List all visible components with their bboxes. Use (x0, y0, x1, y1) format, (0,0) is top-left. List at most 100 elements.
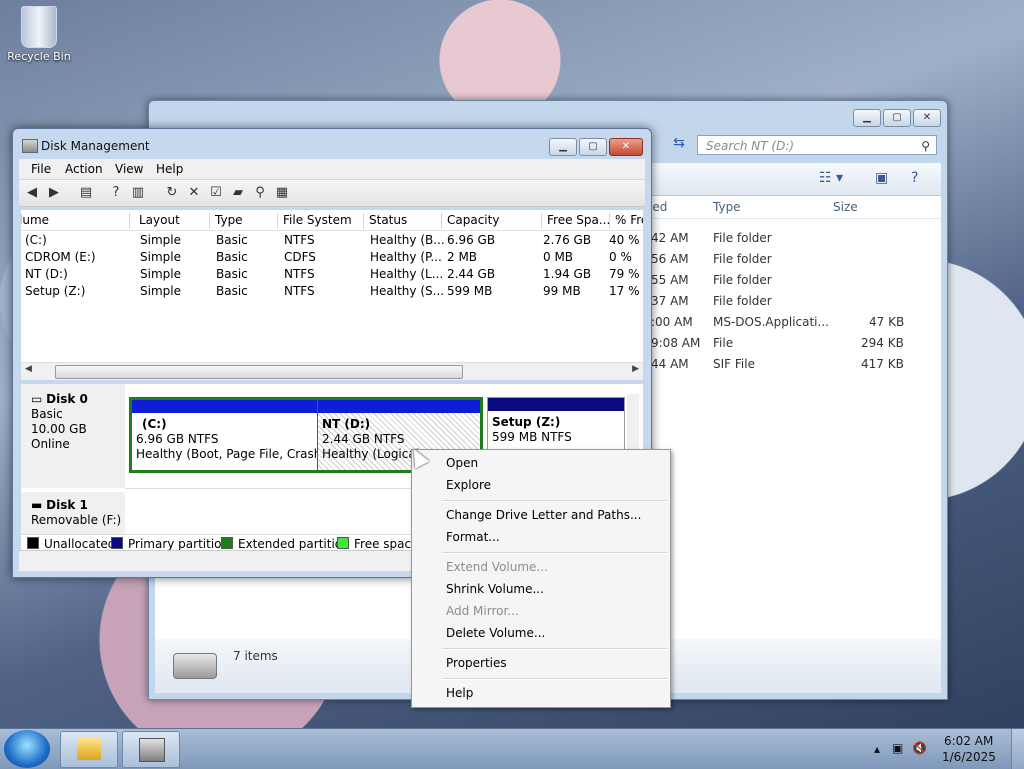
col-capacity[interactable]: Capacity (447, 213, 542, 229)
volume-name: NT (D:) (25, 267, 68, 281)
menu-item-explore[interactable]: Explore (446, 478, 491, 492)
refresh-icon[interactable]: ⇆ (669, 135, 689, 155)
taskbar-explorer-button[interactable] (60, 731, 118, 768)
partition-name: NT (D:) (322, 417, 371, 431)
open-folder-icon[interactable]: ▰ (229, 184, 247, 202)
recycle-bin-label: Recycle Bin (7, 50, 71, 63)
partition-bar-logical (318, 400, 480, 413)
col-free-space[interactable]: Free Spa... (547, 213, 610, 229)
file-modified: 56 AM (651, 252, 689, 266)
help-icon[interactable]: ? (107, 184, 125, 202)
forward-icon[interactable]: ▶ (45, 184, 63, 202)
explorer-minimize-button[interactable]: ▁ (853, 109, 881, 127)
explorer-maximize-button[interactable]: ▢ (883, 109, 911, 127)
volume-layout: Simple (140, 284, 181, 298)
disk0-state: Online (31, 437, 70, 451)
disk1-name: Disk 1 (46, 498, 88, 512)
disk-management-app-icon (22, 139, 38, 153)
recycle-bin-desktop-icon[interactable]: Recycle Bin (6, 6, 72, 63)
col-status[interactable]: Status (369, 213, 442, 229)
menu-file[interactable]: File (31, 162, 51, 176)
menu-item-properties[interactable]: Properties (446, 656, 507, 670)
disk-list-icon[interactable]: ▦ (273, 184, 291, 202)
back-icon[interactable]: ◀ (23, 184, 41, 202)
volume-capacity: 2.44 GB (447, 267, 496, 281)
volume-muted-icon[interactable]: 🔇 (912, 741, 927, 755)
clock-date[interactable]: 1/6/2025 (942, 750, 996, 764)
volume-name: CDROM (E:) (25, 250, 96, 264)
properties-icon[interactable]: ▥ (129, 184, 147, 202)
menu-view[interactable]: View (115, 162, 143, 176)
menu-item-shrink-volume[interactable]: Shrink Volume... (446, 582, 544, 596)
volume-row[interactable]: NT (D:) Simple Basic NTFS Healthy (L... … (21, 266, 643, 283)
volume-free: 1.94 GB (543, 267, 592, 281)
check-icon[interactable]: ☑ (207, 184, 225, 202)
menu-separator (442, 552, 668, 554)
legend-primary: Primary partition (111, 537, 229, 551)
partition-status: Healthy (Boot, Page File, Crash D (136, 447, 317, 461)
clock-time[interactable]: 6:02 AM (944, 734, 993, 748)
col-layout[interactable]: Layout (139, 213, 210, 229)
volume-list-hscrollbar[interactable]: ◀ ▶ (21, 362, 643, 380)
menu-item-change-drive-letter[interactable]: Change Drive Letter and Paths... (446, 508, 641, 522)
volume-capacity: 6.96 GB (447, 233, 496, 247)
disk-icon: ▬ (31, 498, 47, 512)
volume-capacity: 2 MB (447, 250, 478, 264)
volume-percent-free: 0 % (609, 250, 632, 264)
volume-percent-free: 17 % (609, 284, 640, 298)
menu-item-open[interactable]: Open (446, 456, 478, 470)
scroll-left-icon[interactable]: ◀ (25, 364, 32, 374)
volume-name: (C:) (25, 233, 47, 247)
search-icon[interactable]: ⚲ (251, 184, 269, 202)
partition-name: (C:) (142, 417, 167, 431)
menu-item-delete-volume[interactable]: Delete Volume... (446, 626, 545, 640)
menu-item-help[interactable]: Help (446, 686, 473, 700)
volume-percent-free: 40 % (609, 233, 640, 247)
maximize-button[interactable]: ▢ (579, 138, 607, 156)
partition-c[interactable]: (C:) 6.96 GB NTFS Healthy (Boot, Page Fi… (129, 397, 317, 473)
partition-size: 6.96 GB NTFS (136, 432, 219, 446)
volume-status: Healthy (B... (370, 233, 445, 247)
scroll-right-icon[interactable]: ▶ (632, 364, 639, 374)
network-icon[interactable]: ▣ (892, 741, 903, 755)
refresh-icon[interactable]: ↻ (163, 184, 181, 202)
col-volume[interactable]: lume (21, 213, 130, 229)
close-button[interactable]: ✕ (609, 138, 643, 156)
legend-label: Extended partition (238, 537, 350, 551)
col-type[interactable]: Type (713, 200, 741, 214)
col-file-system[interactable]: File System (283, 213, 364, 229)
volume-row[interactable]: CDROM (E:) Simple Basic CDFS Healthy (P.… (21, 249, 643, 266)
show-hidden-icons-icon[interactable]: ▴ (874, 742, 880, 756)
delete-icon[interactable]: ✕ (185, 184, 203, 202)
volume-layout: Simple (140, 233, 181, 247)
show-desktop-button[interactable] (1011, 729, 1024, 769)
menu-item-format[interactable]: Format... (446, 530, 500, 544)
volume-list-header: lume Layout Type File System Status Capa… (21, 210, 643, 231)
volume-row[interactable]: Setup (Z:) Simple Basic NTFS Healthy (S.… (21, 283, 643, 300)
disk0-label[interactable]: ▭ Disk 0 Basic 10.00 GB Online (21, 384, 125, 488)
taskbar-disk-management-button[interactable] (122, 731, 180, 768)
explorer-close-button[interactable]: ✕ (913, 109, 941, 127)
menu-action[interactable]: Action (65, 162, 103, 176)
search-icon[interactable]: ⚲ (921, 136, 930, 156)
col-size[interactable]: Size (833, 200, 858, 214)
help-icon[interactable]: ? (911, 170, 918, 186)
item-count: 7 items (233, 649, 278, 663)
menu-help[interactable]: Help (156, 162, 183, 176)
view-options-icon[interactable]: ☷ ▾ (819, 170, 843, 186)
disk1-label[interactable]: ▬ Disk 1 Removable (F:) (21, 492, 125, 534)
volume-row[interactable]: (C:) Simple Basic NTFS Healthy (B... 6.9… (21, 232, 643, 249)
file-size: 294 KB (861, 336, 904, 350)
start-button[interactable] (4, 730, 50, 768)
col-percent-free[interactable]: % Free (615, 213, 643, 229)
file-type: File folder (713, 273, 772, 287)
file-modified: 37 AM (651, 294, 689, 308)
menu-separator (442, 500, 668, 502)
col-type[interactable]: Type (215, 213, 278, 229)
preview-pane-icon[interactable]: ▣ (875, 170, 888, 186)
console-tree-icon[interactable]: ▤ (77, 184, 95, 202)
scroll-thumb[interactable] (55, 365, 463, 379)
explorer-search-input[interactable]: Search NT (D:) ⚲ (697, 135, 937, 155)
minimize-button[interactable]: ▁ (549, 138, 577, 156)
explorer-search-placeholder: Search NT (D:) (706, 139, 795, 153)
